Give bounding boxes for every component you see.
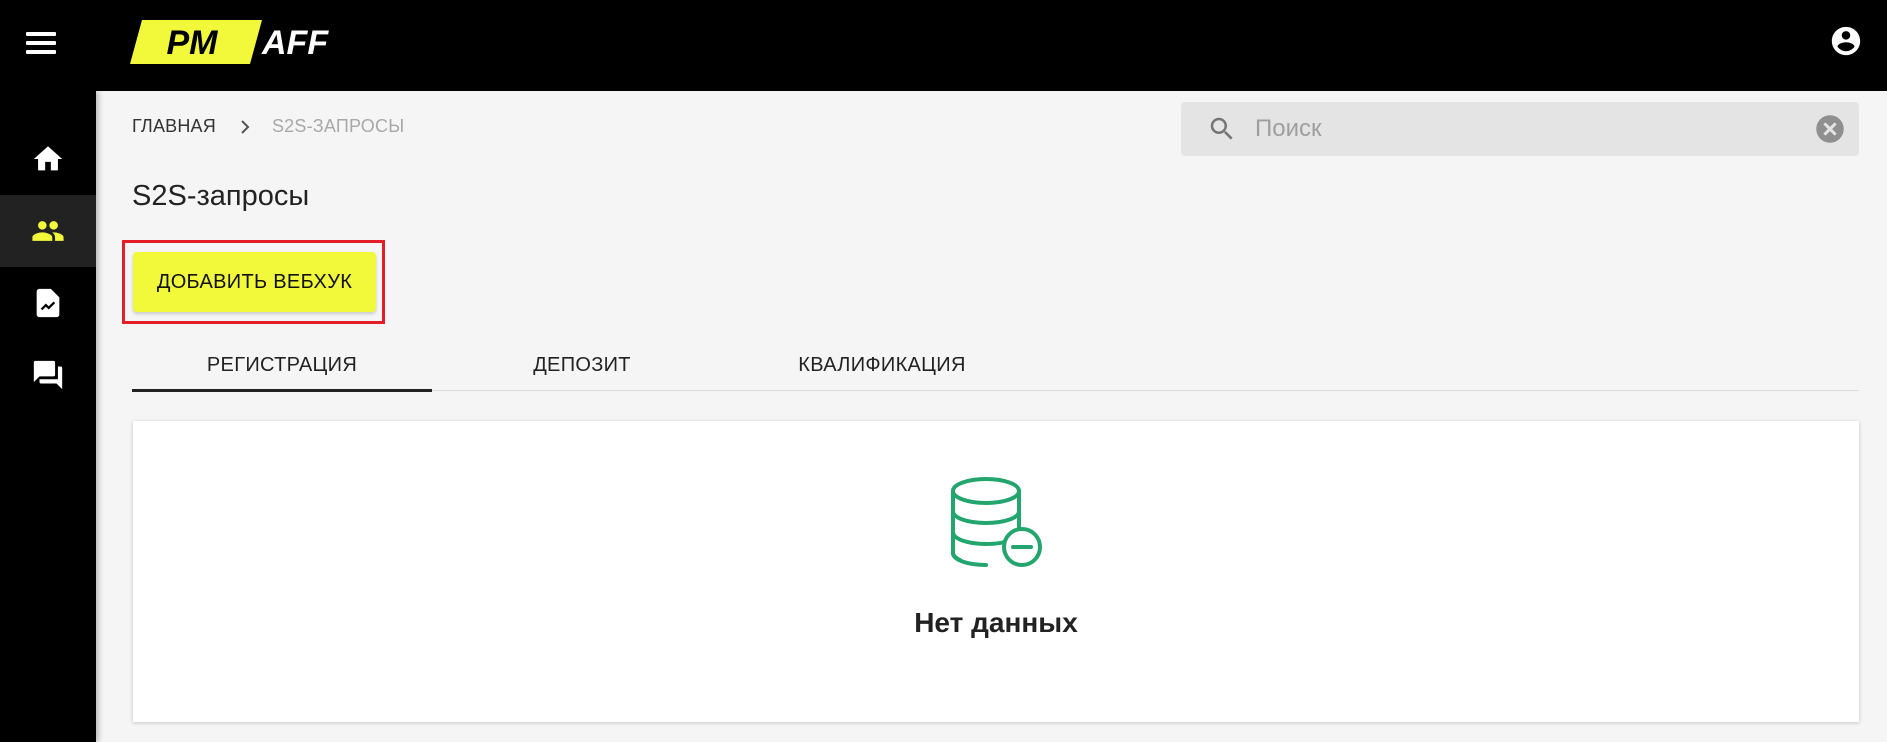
tab-qualification[interactable]: КВАЛИФИКАЦИЯ [732,340,1032,391]
search-input[interactable] [1253,111,1773,147]
breadcrumb-current: S2S-ЗАПРОСЫ [271,116,405,136]
breadcrumb: ГЛАВНАЯ S2S-ЗАПРОСЫ [132,116,404,137]
forum-icon [33,360,63,390]
search-icon [1210,117,1233,140]
menu-icon[interactable] [22,28,60,58]
account-circle-icon[interactable] [1829,24,1863,58]
sidebar-item-home[interactable] [0,123,96,195]
sidebar-nav [0,91,96,742]
page-title: S2S-запросы [132,180,310,212]
data-table-card: Нет данных [133,421,1859,722]
chevron-right-icon [238,118,252,136]
clear-search-icon[interactable] [1815,114,1845,144]
pm-aff-logo[interactable]: PM AFF [130,20,352,64]
top-app-bar: PM AFF [0,0,1887,91]
breadcrumb-home-link[interactable]: ГЛАВНАЯ [132,116,216,137]
tab-label: ДЕПОЗИТ [533,354,631,376]
home-icon [33,146,63,171]
sidebar-item-partners[interactable] [0,195,96,267]
tab-bar: РЕГИСТРАЦИЯ ДЕПОЗИТ КВАЛИФИКАЦИЯ [132,340,1859,392]
people-icon [32,221,64,241]
tab-registration[interactable]: РЕГИСТРАЦИЯ [132,340,432,392]
tab-label: РЕГИСТРАЦИЯ [206,354,358,376]
database-remove-icon [951,477,1042,567]
tab-deposit[interactable]: ДЕПОЗИТ [432,340,732,391]
sidebar-item-reports[interactable] [0,267,96,339]
search-box [1181,102,1859,156]
empty-state-text: Нет данных [914,607,1078,638]
svg-text:PM: PM [167,24,219,62]
svg-text:AFF: AFF [261,24,329,62]
document-chart-icon [36,288,60,318]
tab-label: КВАЛИФИКАЦИЯ [798,354,966,376]
sidebar-item-support[interactable] [0,339,96,411]
add-webhook-button[interactable]: ДОБАВИТЬ ВЕБХУК [133,252,376,312]
